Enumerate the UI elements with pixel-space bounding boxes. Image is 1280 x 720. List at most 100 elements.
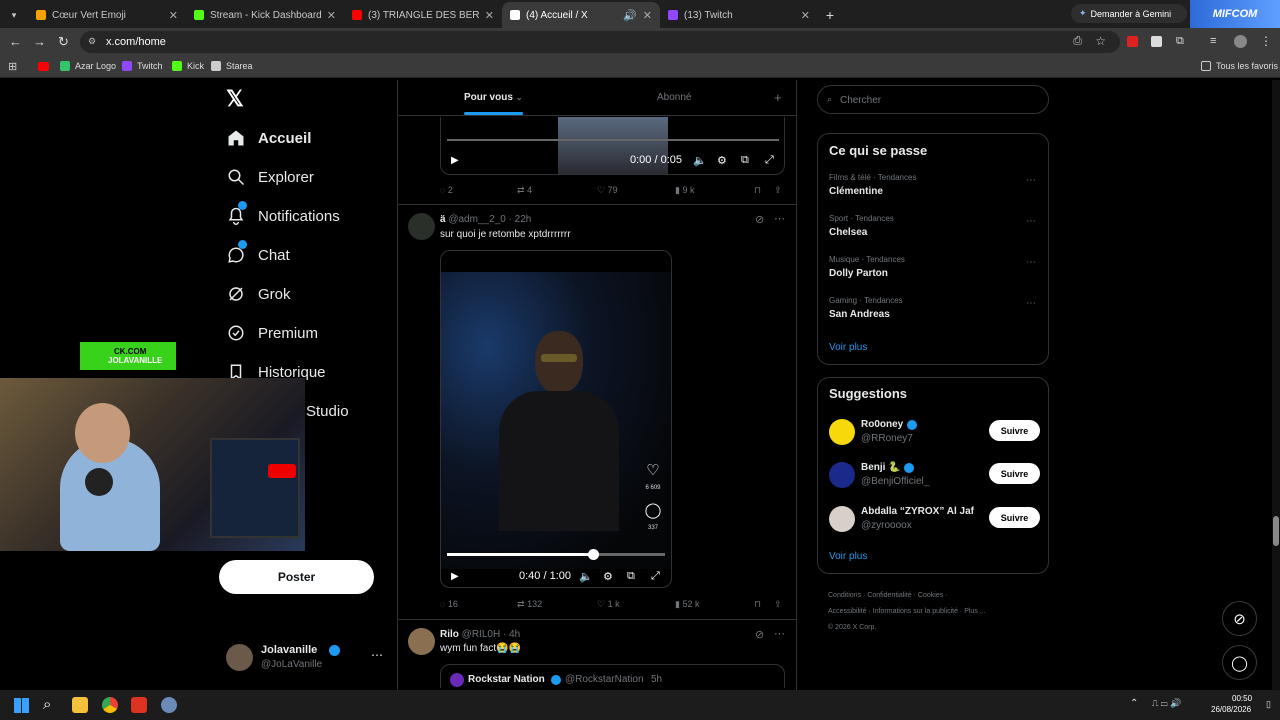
views-button[interactable]: ▮ 9 k bbox=[675, 185, 694, 196]
reload-icon[interactable]: ↻ bbox=[58, 35, 69, 48]
volume-icon[interactable]: 🔈 bbox=[579, 570, 593, 583]
extension-icon[interactable] bbox=[1127, 36, 1138, 47]
follow-button[interactable]: Suivre bbox=[989, 420, 1040, 441]
pip-icon[interactable]: ⧉ bbox=[741, 154, 749, 167]
all-bookmarks[interactable]: Tous les favoris bbox=[1201, 61, 1278, 71]
footer-link[interactable]: Accessibilité bbox=[828, 608, 867, 615]
more-icon[interactable]: ⋯ bbox=[1026, 216, 1036, 227]
footer-link[interactable]: Cookies bbox=[918, 592, 943, 599]
sidebar-item-notifications[interactable]: Notifications bbox=[226, 201, 340, 226]
fullscreen-icon[interactable]: ⤢ bbox=[765, 154, 774, 167]
new-tab-button[interactable]: + bbox=[818, 2, 842, 28]
post-3[interactable]: Rilo @RIL0H · 4h ⊘ ⋯ wym fun fact😭😭 Rock… bbox=[398, 620, 796, 688]
video-progress[interactable] bbox=[447, 549, 665, 560]
follow-button[interactable]: Suivre bbox=[989, 463, 1040, 484]
menu-icon[interactable]: ⋮ bbox=[1260, 35, 1272, 48]
forward-icon[interactable]: → bbox=[33, 35, 46, 48]
bookmark-item[interactable]: Starea bbox=[211, 61, 253, 71]
more-icon[interactable]: ⋯ bbox=[1026, 298, 1036, 309]
see-more-link[interactable]: Voir plus bbox=[829, 342, 867, 353]
post-2[interactable]: ä @adm__2_0 · 22h ⊘ ⋯ sur quoi je retomb… bbox=[398, 205, 796, 619]
address-bar[interactable]: ⚙ x.com/home ⎙ ☆ bbox=[80, 31, 1120, 53]
follow-button[interactable]: Suivre bbox=[989, 507, 1040, 528]
repost-button[interactable]: ⇄ 132 bbox=[517, 599, 542, 610]
star-icon[interactable]: ☆ bbox=[1095, 34, 1106, 48]
volume-icon[interactable]: 🔈 bbox=[693, 154, 707, 167]
post-button[interactable]: Poster bbox=[219, 560, 374, 594]
settings-icon[interactable]: ⚙ bbox=[603, 570, 613, 583]
more-icon[interactable]: ⋯ bbox=[774, 212, 785, 225]
youtube-bookmark-icon[interactable] bbox=[38, 62, 49, 71]
speaker-icon[interactable]: 🔊 bbox=[623, 9, 637, 22]
bookmark-item[interactable]: Azar Logo bbox=[60, 61, 116, 71]
grok-icon[interactable]: ⊘ bbox=[755, 213, 764, 226]
browser-tab[interactable]: Cœur Vert Emoji ✕ bbox=[28, 2, 186, 28]
footer-link[interactable]: Conditions bbox=[828, 592, 861, 599]
extension-icon[interactable] bbox=[1151, 36, 1162, 47]
bookmark-icon[interactable]: ⊓ bbox=[754, 185, 761, 196]
suggestion-item[interactable]: Benji 🐍 @BenjiOfficiel_ Suivre bbox=[818, 459, 1048, 493]
x-logo[interactable]: 𝕏 bbox=[226, 88, 244, 110]
footer-link[interactable]: Informations sur la publicité bbox=[873, 608, 958, 615]
views-button[interactable]: ▮ 52 k bbox=[675, 599, 699, 610]
browser-tab-active[interactable]: (4) Accueil / X 🔊 ✕ bbox=[502, 2, 660, 28]
trend-item[interactable]: Sport · Tendances Chelsea ⋯ bbox=[818, 211, 1048, 251]
trend-item[interactable]: Musique · Tendances Dolly Parton ⋯ bbox=[818, 252, 1048, 292]
more-icon[interactable]: ⋯ bbox=[1026, 257, 1036, 268]
gemini-button[interactable]: ✦ Demander à Gemini bbox=[1071, 4, 1187, 23]
browser-tab[interactable]: (3) TRIANGLE DES BERMUDES |✕ bbox=[344, 2, 502, 28]
close-icon[interactable]: ✕ bbox=[485, 9, 494, 22]
reply-button[interactable]: ◌ 16 bbox=[440, 599, 458, 609]
like-button[interactable]: ♡ 79 bbox=[597, 185, 618, 196]
close-icon[interactable]: ✕ bbox=[801, 9, 810, 22]
media-icon[interactable]: ≡ bbox=[1210, 35, 1216, 48]
scrollbar-thumb[interactable] bbox=[1273, 516, 1279, 546]
quoted-post[interactable]: Rockstar Nation @RockstarNation 5h bbox=[440, 664, 785, 688]
browser-tab[interactable]: (13) Twitch ✕ bbox=[660, 2, 818, 28]
add-tab-icon[interactable]: + bbox=[774, 90, 782, 105]
video-progress[interactable] bbox=[447, 139, 779, 141]
messages-float-button[interactable]: ◯ bbox=[1222, 645, 1257, 680]
more-icon[interactable]: ⋯ bbox=[774, 627, 785, 640]
grok-float-button[interactable]: ⊘ bbox=[1222, 601, 1257, 636]
pip-icon[interactable]: ⧉ bbox=[627, 570, 635, 583]
sidebar-item-premium[interactable]: Premium bbox=[226, 323, 318, 343]
trend-item[interactable]: Films & télé · Tendances Clémentine ⋯ bbox=[818, 170, 1048, 210]
more-icon[interactable]: ⋯ bbox=[1026, 175, 1036, 186]
tab-for-you[interactable]: Pour vous ⌄ bbox=[464, 92, 523, 103]
close-icon[interactable]: ✕ bbox=[169, 9, 178, 22]
browser-tab[interactable]: Stream - Kick Dashboard ✕ bbox=[186, 2, 344, 28]
play-icon[interactable]: ▶ bbox=[451, 155, 459, 166]
app-icon[interactable] bbox=[131, 697, 147, 713]
post-1-video[interactable]: ▶ 0:00 / 0:05 🔈 ⚙ ⧉ ⤢ bbox=[440, 117, 785, 175]
tray-icons[interactable]: ⎍ ▭ 🔊 bbox=[1152, 698, 1181, 709]
profile-avatar[interactable] bbox=[1234, 35, 1247, 48]
footer-link[interactable]: Confidentialité bbox=[867, 592, 911, 599]
suggestion-item[interactable]: Ro0oney @RRoney7 Suivre bbox=[818, 416, 1048, 450]
sidebar-item-chat[interactable]: Chat bbox=[226, 240, 290, 265]
search-input[interactable]: ⌕ Chercher bbox=[817, 85, 1049, 114]
close-icon[interactable]: ✕ bbox=[327, 9, 336, 22]
overlay-comment[interactable]: ◯ bbox=[643, 501, 663, 519]
like-button[interactable]: ♡ 1 k bbox=[597, 599, 620, 610]
bookmark-item[interactable]: Kick bbox=[172, 61, 204, 71]
close-icon[interactable]: ✕ bbox=[643, 9, 652, 22]
bookmark-item[interactable]: Twitch bbox=[122, 61, 163, 71]
search-icon[interactable]: ⌕ bbox=[43, 696, 51, 713]
install-icon[interactable]: ⎙ bbox=[1073, 35, 1082, 48]
more-icon[interactable]: ⋯ bbox=[371, 648, 383, 662]
site-info-icon[interactable]: ⚙ bbox=[88, 36, 96, 47]
chrome-icon[interactable] bbox=[102, 697, 118, 713]
notification-bell-icon[interactable]: ▯ bbox=[1266, 699, 1271, 710]
sidebar-item-home[interactable]: Accueil bbox=[226, 128, 311, 148]
windows-start-icon[interactable] bbox=[14, 698, 29, 713]
extensions-puzzle-icon[interactable]: ⧉ bbox=[1176, 35, 1184, 48]
suggestion-item[interactable]: Abdalla “ZYROX” Al Jaf @zyroooox Suivre bbox=[818, 503, 1048, 537]
back-icon[interactable]: ← bbox=[9, 35, 22, 48]
tab-following[interactable]: Abonné bbox=[657, 92, 691, 103]
settings-icon[interactable]: ⚙ bbox=[717, 154, 727, 167]
share-icon[interactable]: ⇪ bbox=[774, 185, 782, 196]
trend-item[interactable]: Gaming · Tendances San Andreas ⋯ bbox=[818, 293, 1048, 333]
grok-icon[interactable]: ⊘ bbox=[755, 628, 764, 641]
fullscreen-icon[interactable]: ⤢ bbox=[651, 570, 660, 583]
